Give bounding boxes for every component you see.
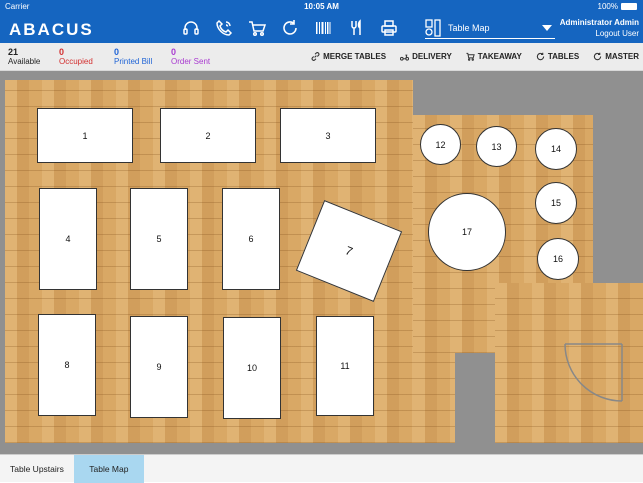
battery-indicator: 100% (598, 2, 637, 11)
refresh-icon (594, 52, 602, 61)
battery-icon (621, 3, 637, 10)
floor-plan: 1 2 3 4 5 6 7 8 9 10 11 12 13 14 15 16 1… (0, 71, 643, 454)
stat-label: Occupied (59, 57, 93, 66)
action-label: DELIVERY (412, 52, 452, 61)
table-17[interactable]: 17 (428, 193, 506, 271)
status-bar: Carrier 10:05 AM 100% (0, 0, 643, 13)
action-label: MASTER (605, 52, 639, 61)
stat-count: 0 (114, 47, 120, 57)
table-16[interactable]: 16 (537, 238, 579, 280)
master-button[interactable]: MASTER (593, 52, 639, 61)
status-summary: 21 Available 0 Occupied 0 Printed Bill 0… (0, 43, 643, 71)
table-6[interactable]: 6 (222, 188, 280, 290)
cart-icon (466, 52, 475, 61)
stat-printed-bill: 0 Printed Bill (114, 47, 152, 67)
refresh-icon (536, 52, 545, 61)
bottom-tab-bar: Table Upstairs Table Map (0, 454, 643, 483)
stat-label: Printed Bill (114, 57, 153, 66)
takeaway-button[interactable]: TAKEAWAY (466, 52, 522, 61)
action-label: TAKEAWAY (477, 52, 522, 61)
tab-table-map[interactable]: Table Map (73, 455, 144, 483)
table-5[interactable]: 5 (130, 188, 188, 290)
table-2[interactable]: 2 (160, 108, 256, 163)
tab-table-upstairs[interactable]: Table Upstairs (0, 455, 74, 483)
chevron-down-icon (542, 24, 552, 31)
app-header: ABACUS Table Map Administrator Admin Log… (0, 13, 643, 43)
table-10[interactable]: 10 (223, 317, 281, 419)
door-swing (564, 343, 623, 402)
phone-icon[interactable] (214, 18, 234, 38)
headset-icon[interactable] (181, 18, 201, 38)
toolbar (181, 18, 399, 38)
stat-label: Available (8, 57, 41, 66)
table-11[interactable]: 11 (316, 316, 374, 416)
battery-percent: 100% (597, 2, 618, 11)
delivery-button[interactable]: DELIVERY (400, 52, 452, 61)
logout-link[interactable]: Logout User (560, 28, 639, 39)
printer-icon[interactable] (379, 18, 399, 38)
utensils-icon[interactable] (346, 18, 366, 38)
user-name: Administrator Admin (559, 18, 639, 27)
table-14[interactable]: 14 (535, 128, 577, 170)
scooter-icon (400, 54, 410, 61)
action-label: MERGE TABLES (323, 52, 387, 61)
table-3[interactable]: 3 (280, 108, 376, 163)
table-13[interactable]: 13 (476, 126, 517, 167)
table-12[interactable]: 12 (420, 124, 461, 165)
tables-button[interactable]: TABLES (536, 52, 579, 61)
refresh-icon[interactable] (280, 18, 300, 38)
view-select-value: Table Map (448, 22, 490, 33)
action-label: TABLES (547, 52, 580, 61)
table-9[interactable]: 9 (130, 316, 188, 418)
user-panel: Administrator Admin Logout User (560, 17, 639, 39)
barcode-icon[interactable] (313, 18, 333, 38)
stat-count: 21 (8, 47, 19, 57)
table-1[interactable]: 1 (37, 108, 133, 163)
view-select[interactable]: Table Map (425, 17, 555, 39)
link-icon (311, 52, 320, 61)
clock: 10:05 AM (304, 2, 339, 11)
floor-area (413, 353, 455, 443)
stat-occupied: 0 Occupied (59, 47, 93, 67)
action-bar: MERGE TABLES DELIVERY TAKEAWAY TABLES MA… (311, 52, 639, 61)
stat-count: 0 (59, 47, 65, 57)
stat-available: 21 Available (8, 47, 40, 67)
app-logo: ABACUS (9, 20, 94, 39)
cart-icon[interactable] (247, 18, 267, 38)
stat-count: 0 (171, 47, 177, 57)
table-4[interactable]: 4 (39, 188, 97, 290)
table-layout-icon (425, 18, 441, 37)
merge-tables-button[interactable]: MERGE TABLES (311, 52, 386, 61)
table-8[interactable]: 8 (38, 314, 96, 416)
stat-label: Order Sent (171, 57, 211, 66)
stat-order-sent: 0 Order Sent (171, 47, 210, 67)
table-15[interactable]: 15 (535, 182, 577, 224)
